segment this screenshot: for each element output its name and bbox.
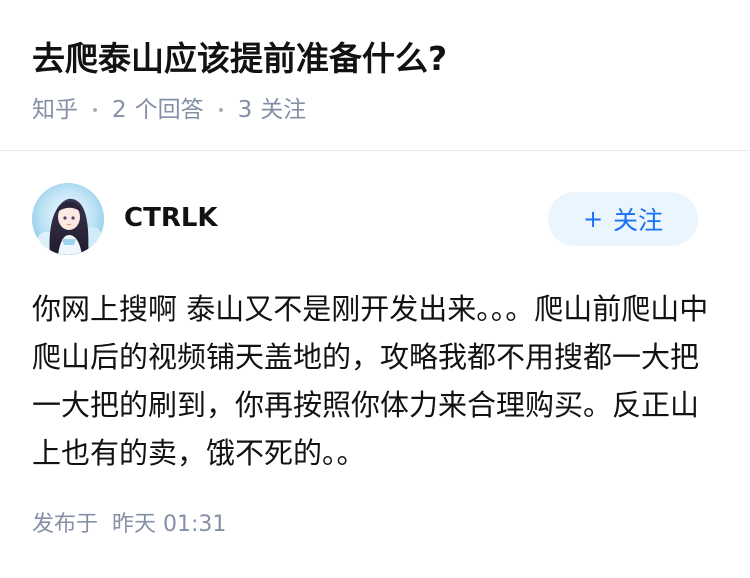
follow-button-label: 关注	[613, 206, 664, 235]
posted-label: 发布于	[32, 512, 99, 537]
question-meta: 知乎 2 个回答 3 关注	[32, 94, 306, 126]
answer-card: CTRLK + 关注 你网上搜啊 泰山又不是刚开发出来。。。爬山前爬山中爬山后的…	[0, 151, 750, 578]
follower-count: 3	[237, 97, 253, 123]
question-title[interactable]: 去爬泰山应该提前准备什么?	[32, 36, 447, 82]
answer-posted-time: 发布于 昨天 01:31	[32, 510, 226, 540]
meta-separator-dot	[93, 108, 97, 112]
posted-time-value: 昨天 01:31	[112, 512, 227, 537]
follower-count-label[interactable]: 关注	[260, 94, 306, 126]
meta-separator-dot	[218, 108, 223, 112]
plus-icon: +	[582, 205, 604, 233]
answer-count: 2	[112, 97, 127, 123]
follow-button[interactable]: + 关注	[548, 192, 698, 246]
answer-content[interactable]: 你网上搜啊 泰山又不是刚开发出来。。。爬山前爬山中爬山后的视频铺天盖地的，攻略我…	[32, 285, 722, 477]
answer-count-label[interactable]: 个回答	[135, 94, 204, 126]
source-label[interactable]: 知乎	[32, 94, 78, 126]
author-name[interactable]: CTRLK	[124, 201, 218, 235]
avatar[interactable]	[32, 183, 104, 255]
anime-girl-avatar-image	[32, 183, 104, 255]
question-header: 去爬泰山应该提前准备什么? 知乎 2 个回答 3 关注	[0, 0, 750, 151]
